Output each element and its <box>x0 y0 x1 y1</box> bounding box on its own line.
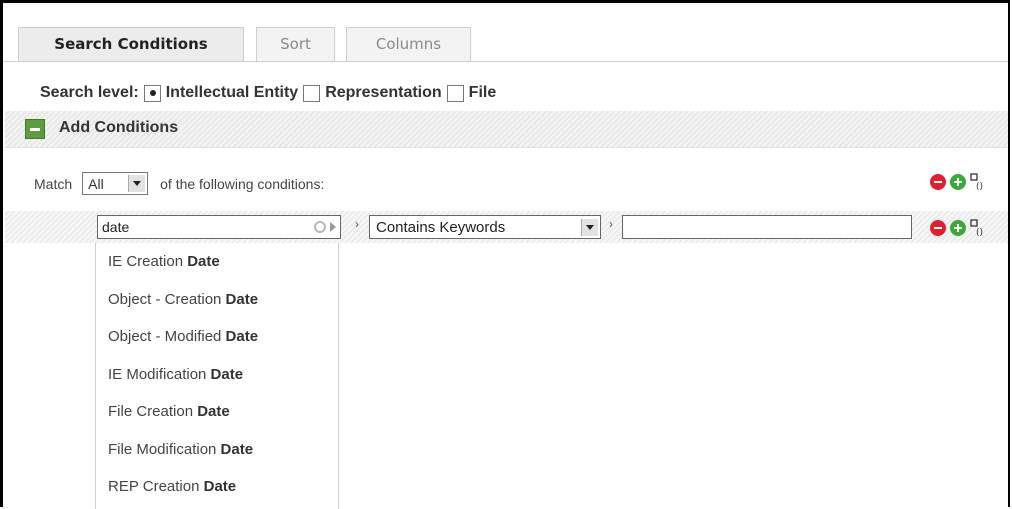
radio-representation[interactable] <box>303 84 321 102</box>
search-icon[interactable] <box>314 221 326 233</box>
operator-select-value: Contains Keywords <box>376 218 506 236</box>
match-select[interactable]: All <box>82 172 149 195</box>
play-icon[interactable] <box>330 222 336 232</box>
match-actions: () <box>930 173 988 192</box>
add-conditions-label: Add Conditions <box>59 119 179 136</box>
remove-circle-icon[interactable] <box>930 174 946 190</box>
group-condition-icon[interactable]: () <box>970 173 988 192</box>
add-circle-icon[interactable] <box>950 220 966 236</box>
tab-bar: Search Conditions Sort Columns <box>3 3 1008 62</box>
match-suffix: of the following conditions: <box>160 175 325 192</box>
add-circle-icon[interactable] <box>950 174 966 190</box>
condition-value-input[interactable] <box>622 215 912 239</box>
match-label: Match <box>34 175 73 192</box>
chevron-down-icon[interactable] <box>581 218 598 236</box>
add-conditions-header: Add Conditions <box>5 111 1008 148</box>
chevron-right-icon: › <box>609 217 613 231</box>
tab-columns[interactable]: Columns <box>346 27 471 61</box>
tab-sort[interactable]: Sort <box>256 27 335 61</box>
condition-actions: () <box>930 219 988 238</box>
radio-label-representation: Representation <box>325 84 442 101</box>
field-search-input[interactable]: date <box>97 215 341 239</box>
radio-intellectual-entity[interactable] <box>143 84 161 102</box>
svg-text:(): () <box>976 182 983 191</box>
field-suggestions-dropdown: IE Creation Date Object - Creation Date … <box>95 243 339 509</box>
suggestion-item[interactable]: IE Modification Date <box>96 356 338 394</box>
svg-text:(): () <box>976 228 983 237</box>
suggestion-item[interactable]: File Modification Date <box>96 431 338 469</box>
match-row: Match All of the following conditions: <box>34 172 324 195</box>
search-level-row: Search level: Intellectual Entity Repres… <box>40 82 496 104</box>
suggestion-item[interactable]: IE Creation Date <box>96 243 338 281</box>
operator-select[interactable]: Contains Keywords <box>369 215 601 239</box>
chevron-right-icon: › <box>355 217 359 231</box>
suggestion-item[interactable]: Object - Creation Date <box>96 281 338 319</box>
remove-circle-icon[interactable] <box>930 220 946 236</box>
radio-label-file: File <box>468 84 497 101</box>
radio-file[interactable] <box>446 84 464 102</box>
condition-row: date › Contains Keywords › () <box>5 211 1008 243</box>
group-condition-icon[interactable]: () <box>970 219 988 238</box>
match-select-value: All <box>88 175 104 192</box>
search-level-label: Search level: <box>40 84 139 101</box>
collapse-icon[interactable] <box>25 119 45 139</box>
suggestion-item[interactable]: File Creation Date <box>96 393 338 431</box>
radio-label-intellectual-entity: Intellectual Entity <box>165 84 299 101</box>
tab-search-conditions[interactable]: Search Conditions <box>18 27 244 61</box>
field-search-text: date <box>102 219 130 235</box>
suggestion-item[interactable]: Object - Modified Date <box>96 318 338 356</box>
chevron-down-icon[interactable] <box>128 175 146 192</box>
suggestion-item[interactable]: REP Creation Date <box>96 468 338 506</box>
